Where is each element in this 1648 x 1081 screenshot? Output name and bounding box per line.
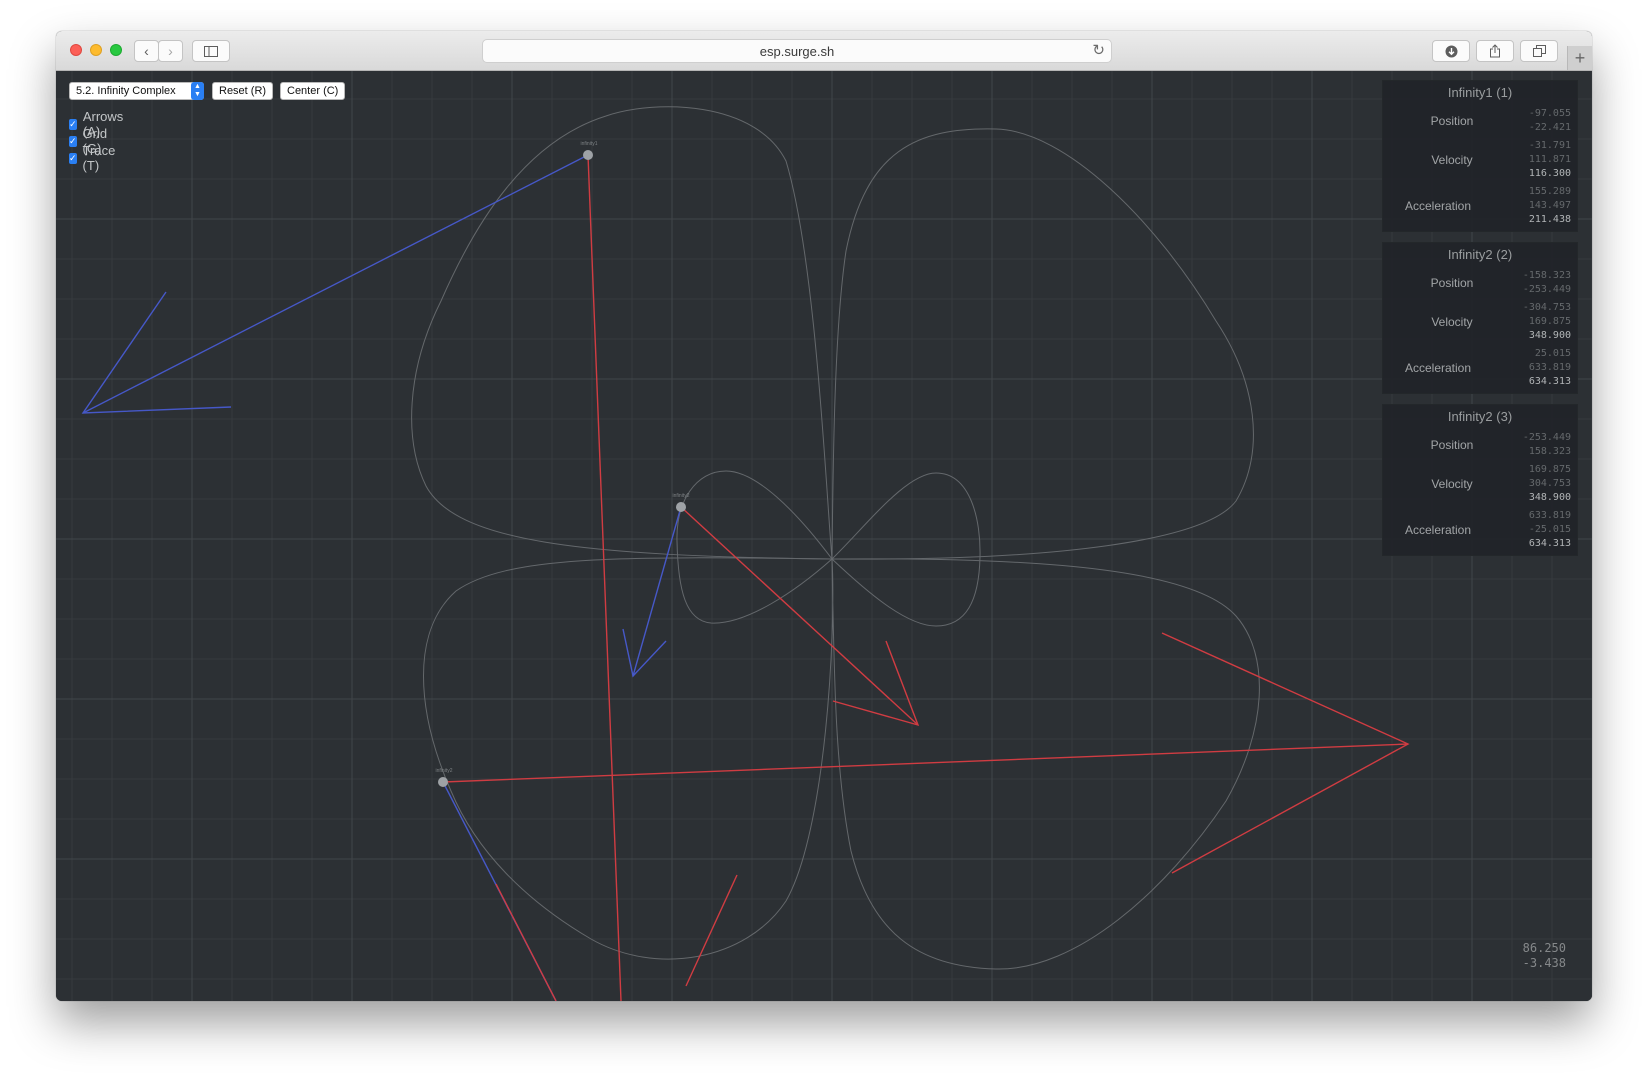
- trace-toggle[interactable]: ✓ Trace (T): [69, 143, 119, 173]
- acceleration-magnitude: 634.313: [1528, 538, 1571, 549]
- select-arrows-icon: ▲ ▼: [191, 82, 204, 100]
- acceleration-y: 143.497: [1528, 200, 1571, 211]
- simulation-stage: infinity1 infinity2 infinity2: [56, 71, 1592, 1001]
- back-button[interactable]: ‹: [134, 40, 159, 62]
- velocity-y: 111.871: [1528, 154, 1571, 165]
- plus-icon: +: [1574, 47, 1586, 68]
- cursor-x: 86.250: [1522, 941, 1566, 955]
- download-icon: [1445, 45, 1457, 57]
- acceleration-label: Acceleration: [1404, 361, 1472, 375]
- title-bar: ‹ › esp.surge.sh ↻ +: [56, 31, 1592, 71]
- sidebar-button[interactable]: [192, 40, 230, 62]
- trace-outer-curve-upper: [411, 106, 1254, 560]
- acceleration-arrow-shaft: [680, 506, 919, 726]
- cursor-coordinates: 86.250 -3.438: [1496, 941, 1566, 971]
- tab-overview-icon: [1532, 45, 1546, 57]
- share-icon: [1490, 44, 1500, 58]
- new-tab-button[interactable]: +: [1567, 46, 1592, 70]
- sidebar-icon: [204, 45, 218, 57]
- position-x: -158.323: [1522, 270, 1571, 281]
- acceleration-label: Acceleration: [1404, 523, 1472, 537]
- velocity-y: 169.875: [1528, 316, 1571, 327]
- body-marker[interactable]: [676, 502, 686, 512]
- acceleration-label: Acceleration: [1404, 199, 1472, 213]
- grid-major-lines: [56, 71, 1592, 1001]
- panel-title: Infinity1 (1): [1447, 85, 1513, 100]
- forward-button[interactable]: ›: [158, 40, 183, 62]
- velocity-x: -304.753: [1522, 302, 1571, 313]
- tab-overview-button[interactable]: [1520, 40, 1558, 62]
- velocity-magnitude: 348.900: [1528, 492, 1571, 503]
- acceleration-arrow-shaft: [495, 883, 557, 1001]
- body-marker[interactable]: [583, 150, 593, 160]
- acceleration-arrow-shaft: [442, 743, 1409, 783]
- grid-minor-lines: [56, 71, 1592, 1001]
- scene-select-value: 5.2. Infinity Complex: [76, 85, 176, 97]
- url-text: esp.surge.sh: [759, 43, 835, 59]
- acceleration-y: -25.015: [1528, 524, 1571, 535]
- cursor-y: -3.438: [1522, 956, 1566, 970]
- acceleration-x: 633.819: [1528, 510, 1571, 521]
- simulation-canvas[interactable]: infinity1 infinity2 infinity2 5.2. Infin…: [56, 71, 1592, 1001]
- scene-select[interactable]: 5.2. Infinity Complex ▲ ▼: [69, 82, 204, 100]
- position-y: -253.449: [1522, 284, 1571, 295]
- body-marker[interactable]: [438, 777, 448, 787]
- position-x: -97.055: [1528, 108, 1571, 119]
- acceleration-x: 25.015: [1534, 348, 1571, 359]
- position-x: -253.449: [1522, 432, 1571, 443]
- zoom-window-button[interactable]: [110, 44, 122, 56]
- body-label: infinity2: [673, 493, 690, 499]
- panel-title: Infinity2 (2): [1447, 247, 1513, 262]
- acceleration-arrow-shaft: [587, 154, 622, 1001]
- info-panel-infinity2-3: Infinity2 (3) Position -253.449 158.323 …: [1382, 404, 1578, 556]
- velocity-x: 169.875: [1528, 464, 1571, 475]
- velocity-arrow-head: [81, 291, 232, 414]
- share-button[interactable]: [1476, 40, 1514, 62]
- address-bar[interactable]: esp.surge.sh ↻: [482, 39, 1112, 63]
- close-window-button[interactable]: [70, 44, 82, 56]
- trace-inner-figure-eight: [676, 470, 981, 627]
- velocity-x: -31.791: [1528, 140, 1571, 151]
- acceleration-y: 633.819: [1528, 362, 1571, 373]
- acceleration-x: 155.289: [1528, 186, 1571, 197]
- center-button[interactable]: Center (C): [280, 82, 346, 100]
- position-y: -22.421: [1528, 122, 1571, 133]
- minimize-window-button[interactable]: [90, 44, 102, 56]
- download-button[interactable]: [1432, 40, 1470, 62]
- body-label: infinity1: [581, 141, 598, 147]
- acceleration-magnitude: 211.438: [1528, 214, 1571, 225]
- velocity-y: 304.753: [1528, 478, 1571, 489]
- info-panel-infinity1: Infinity1 (1) Position -97.055 -22.421 V…: [1382, 80, 1578, 232]
- reload-icon[interactable]: ↻: [1092, 41, 1105, 59]
- velocity-magnitude: 116.300: [1528, 168, 1571, 179]
- body-infinity2-a[interactable]: infinity2: [673, 493, 690, 512]
- info-panel-infinity2-2: Infinity2 (2) Position -158.323 -253.449…: [1382, 242, 1578, 394]
- trace-paths: [411, 106, 1260, 970]
- trace-label: Trace (T): [82, 143, 116, 173]
- position-y: 158.323: [1528, 446, 1571, 457]
- body-infinity2-b[interactable]: infinity2: [436, 768, 453, 787]
- acceleration-magnitude: 634.313: [1528, 376, 1571, 387]
- body-label: infinity2: [436, 768, 453, 774]
- vector-arrows: [81, 154, 1410, 1001]
- panel-title: Infinity2 (3): [1447, 409, 1513, 424]
- reset-button[interactable]: Reset (R): [212, 82, 274, 100]
- chevron-left-icon: ‹: [144, 43, 149, 59]
- checkbox-trace[interactable]: ✓: [69, 152, 77, 164]
- browser-window: ‹ › esp.surge.sh ↻ + infinity1 infinity2…: [56, 31, 1592, 1001]
- chevron-right-icon: ›: [168, 43, 173, 59]
- acceleration-arrow-head: [1161, 632, 1410, 874]
- velocity-magnitude: 348.900: [1528, 330, 1571, 341]
